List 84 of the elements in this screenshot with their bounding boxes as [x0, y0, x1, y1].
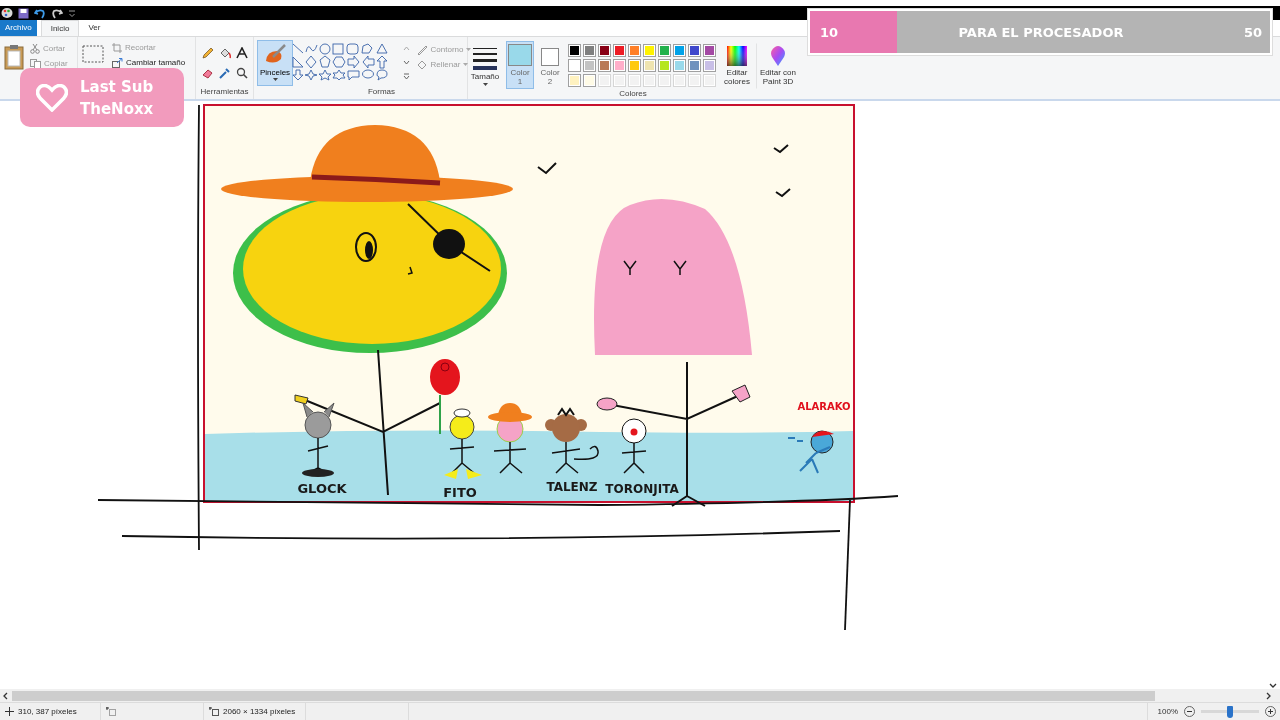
brushes-button[interactable]: Pinceles — [257, 39, 293, 86]
text-tool-icon[interactable] — [235, 46, 248, 59]
selection-size-icon — [106, 707, 116, 716]
palette-swatch[interactable] — [658, 58, 671, 72]
color-slot-button[interactable]: Color 2 — [536, 40, 564, 89]
fill-icon — [416, 59, 428, 70]
caret-icon — [272, 77, 278, 81]
paste-icon[interactable] — [4, 43, 24, 70]
pencil-icon[interactable] — [201, 46, 214, 59]
cursor-position-icon — [5, 707, 14, 716]
zoom-in-icon[interactable] — [1265, 706, 1276, 717]
fill-bucket-icon[interactable] — [218, 46, 231, 59]
heart-icon — [36, 83, 68, 112]
goal-label: PARA EL PROCESADOR — [958, 24, 1124, 40]
scrollbar-thumb[interactable] — [12, 690, 1155, 701]
palette-swatch[interactable] — [688, 58, 701, 72]
palette-swatch[interactable] — [688, 43, 701, 57]
ribbon-tab[interactable]: Ver — [79, 20, 110, 36]
color-picker-icon[interactable] — [218, 66, 231, 79]
palette-swatch[interactable] — [643, 43, 656, 57]
palette-swatch[interactable] — [568, 73, 581, 87]
palette-swatch[interactable] — [583, 73, 596, 87]
zoom-reading: 100% — [1157, 707, 1178, 716]
caption-label: TALENZ — [546, 479, 598, 494]
paint-3d-icon — [770, 45, 786, 66]
cursor-position: 310, 387 píxeles — [18, 707, 77, 716]
palette-swatch[interactable] — [583, 58, 596, 72]
scroll-right-icon[interactable] — [1264, 691, 1272, 700]
palette-swatch[interactable] — [658, 43, 671, 57]
group-label: Herramientas — [200, 86, 249, 96]
magnifier-icon[interactable] — [235, 66, 248, 79]
select-icon[interactable] — [82, 44, 104, 63]
group-label: Colores — [619, 88, 647, 98]
caret-icon — [482, 82, 488, 86]
file-menu-button[interactable]: Archivo — [0, 20, 37, 36]
last-sub-title: Last Sub — [80, 77, 154, 96]
palette-swatch[interactable] — [598, 43, 611, 57]
palette-swatch[interactable] — [613, 43, 626, 57]
caption-label: ALARAKO — [797, 400, 851, 412]
resize-icon — [112, 57, 123, 68]
caption-label: FITO — [443, 484, 477, 500]
zoom-slider-thumb[interactable] — [1227, 705, 1233, 718]
ribbon-tab[interactable]: Inicio — [40, 20, 80, 36]
palette-swatch[interactable] — [568, 43, 581, 57]
caption-label: GLOCK — [297, 480, 347, 496]
customize-icon[interactable] — [68, 8, 76, 18]
palette-swatch[interactable] — [703, 43, 716, 57]
last-sub-name: TheNoxx — [80, 99, 154, 118]
palette-swatch[interactable] — [643, 58, 656, 72]
app-icon[interactable] — [1, 7, 13, 19]
save-icon[interactable] — [18, 7, 29, 19]
palette-swatch[interactable] — [673, 43, 686, 57]
size-button[interactable]: Tamaño — [466, 42, 504, 89]
paint-3d-button[interactable]: Editar con Paint 3D — [756, 42, 800, 89]
undo-icon[interactable] — [34, 7, 46, 19]
palette-swatch[interactable] — [673, 58, 686, 72]
scroll-down-icon[interactable] — [1269, 681, 1277, 689]
scissors-icon — [30, 42, 40, 54]
goal-current: 10 — [820, 24, 839, 40]
image-size-icon — [209, 707, 219, 716]
palette-swatch[interactable] — [613, 58, 626, 72]
line-size-icon — [473, 45, 497, 70]
palette-swatch[interactable] — [598, 58, 611, 72]
redo-icon[interactable] — [51, 7, 63, 19]
crop-icon — [112, 42, 122, 53]
copy-icon — [30, 58, 41, 69]
zoom-out-icon[interactable] — [1184, 706, 1195, 717]
palette-swatch[interactable] — [583, 43, 596, 57]
caret-icon — [466, 48, 472, 52]
color-slot-button[interactable]: Color 1 — [506, 40, 534, 89]
image-size: 2060 × 1334 píxeles — [223, 707, 296, 716]
goal-target: 50 — [1243, 24, 1262, 40]
outline-icon — [416, 44, 428, 55]
caret-icon — [463, 63, 469, 67]
scroll-left-icon[interactable] — [2, 691, 10, 700]
palette-swatch[interactable] — [568, 58, 581, 72]
palette-swatch[interactable] — [628, 58, 641, 72]
palette-swatch[interactable] — [703, 58, 716, 72]
palette-swatch[interactable] — [628, 43, 641, 57]
edit-colors-button[interactable]: Editar colores — [720, 42, 754, 89]
group-label: Formas — [367, 86, 396, 96]
caption-label: TORONJITA — [605, 481, 679, 496]
resize-label[interactable]: Cambiar tamaño — [126, 58, 186, 68]
color-spectrum-icon — [727, 45, 747, 66]
